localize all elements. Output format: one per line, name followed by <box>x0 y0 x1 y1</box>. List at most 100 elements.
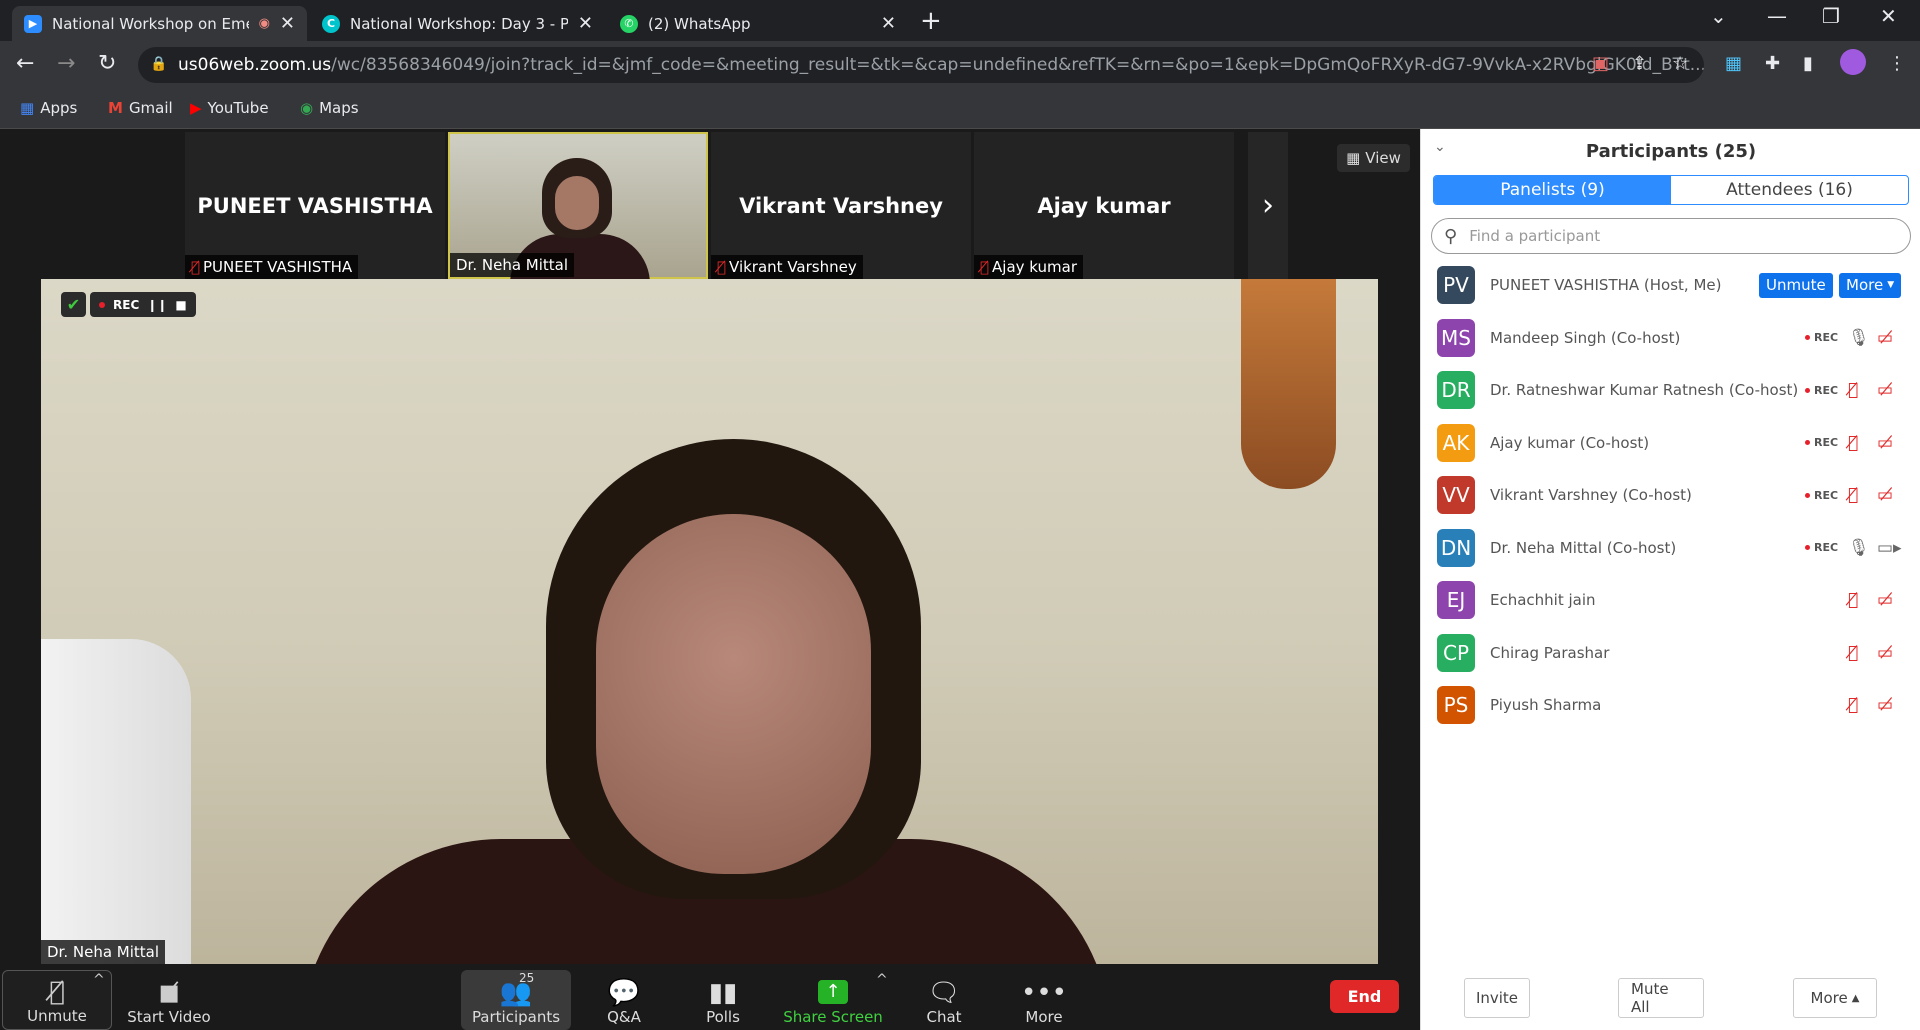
close-tab-icon[interactable]: ✕ <box>578 13 593 34</box>
bookmark-star-icon[interactable]: ☆ <box>1672 53 1688 74</box>
participant-row[interactable]: DN Dr. Neha Mittal (Co-host) REC 🎙 ▭▸ <box>1421 522 1920 575</box>
participant-row[interactable]: MS Mandeep Singh (Co-host) REC 🎙 ▭̸ <box>1421 312 1920 365</box>
camera-blocked-icon[interactable]: ▣ <box>1592 53 1609 74</box>
pause-recording-icon[interactable]: ❙❙ <box>147 298 167 312</box>
thumbnail-neha-video[interactable]: Dr. Neha Mittal <box>448 132 708 284</box>
thumbnail-ajay[interactable]: Ajay kumar 🎙̸ Ajay kumar <box>974 132 1234 279</box>
restore-button[interactable]: ❐ <box>1822 4 1840 28</box>
participant-row[interactable]: DR Dr. Ratneshwar Kumar Ratnesh (Co-host)… <box>1421 364 1920 417</box>
tab-whatsapp[interactable]: ✆ (2) WhatsApp ✕ <box>608 6 908 41</box>
participant-name: Mandeep Singh (Co-host) <box>1490 328 1681 347</box>
participant-row[interactable]: VV Vikrant Varshney (Co-host) REC 🎙̸ ▭̸ <box>1421 469 1920 522</box>
end-meeting-button[interactable]: End <box>1330 980 1399 1013</box>
mute-all-button[interactable]: Mute All <box>1618 978 1704 1018</box>
address-bar[interactable]: us06web.zoom.us/wc/83568346049/join?trac… <box>138 47 1704 83</box>
bookmark-apps[interactable]: ▦ Apps <box>20 99 77 117</box>
video-off-icon[interactable]: ▭̸ <box>1877 695 1893 715</box>
participant-row[interactable]: EJ Echachhit jain 🎙̸ ▭̸ <box>1421 574 1920 627</box>
video-off-icon[interactable]: ▭̸ <box>1877 433 1893 453</box>
video-off-icon[interactable]: ▭̸ <box>1877 328 1893 348</box>
rec-label: REC <box>1814 488 1839 502</box>
extensions-puzzle-icon[interactable]: ✚ <box>1765 53 1780 74</box>
thumbnail-puneet[interactable]: PUNEET VASHISTHA 🎙̸ PUNEET VASHISTHA <box>185 132 445 279</box>
tab-canva-presentation[interactable]: C National Workshop: Day 3 - Pres ✕ <box>310 6 605 41</box>
mic-muted-icon[interactable]: 🎙̸ <box>1848 433 1858 453</box>
mic-muted-icon[interactable]: 🎙̸ <box>1848 590 1858 610</box>
bookmark-label: YouTube <box>207 99 269 117</box>
close-window-button[interactable]: ✕ <box>1880 4 1897 28</box>
back-button[interactable]: ← <box>16 51 34 76</box>
share-screen-button[interactable]: ↑ Share Screen <box>778 970 888 1030</box>
tab-title: National Workshop: Day 3 - Pres <box>350 14 568 33</box>
participant-row[interactable]: CP Chirag Parashar 🎙̸ ▭̸ <box>1421 627 1920 680</box>
start-video-button[interactable]: ◼̸ Start Video <box>114 970 224 1030</box>
unmute-participant-button[interactable]: Unmute <box>1759 272 1833 298</box>
thumbnail-vikrant[interactable]: Vikrant Varshney 🎙̸ Vikrant Varshney <box>711 132 971 279</box>
forward-button[interactable]: → <box>57 51 75 76</box>
bookmark-youtube[interactable]: ▶ YouTube <box>190 99 269 117</box>
qa-icon: 💬 <box>607 978 641 1008</box>
bookmark-gmail[interactable]: M Gmail <box>108 99 173 117</box>
bookmark-maps[interactable]: ◉ Maps <box>300 99 359 117</box>
lock-icon[interactable]: 🔒 <box>150 56 167 72</box>
avatar: CP <box>1437 633 1475 672</box>
participant-more-button[interactable]: More ▼ <box>1839 272 1902 298</box>
panel-more-button[interactable]: More ▲ <box>1793 978 1877 1018</box>
thumbnail-name-tag: Dr. Neha Mittal <box>450 253 575 277</box>
mic-muted-icon[interactable]: 🎙̸ <box>1848 695 1858 715</box>
mic-muted-icon[interactable]: 🎙̸ <box>1848 485 1858 505</box>
invite-button[interactable]: Invite <box>1464 978 1530 1018</box>
mic-on-icon[interactable]: 🎙 <box>1848 538 1870 558</box>
tab-bar: ▶ National Workshop on Emerg ◉ ✕ C Natio… <box>0 0 1920 41</box>
reload-button[interactable]: ↻ <box>98 51 116 76</box>
search-icon: ⚲ <box>1444 225 1458 247</box>
meeting-status: ✔ REC ❙❙ ■ <box>61 292 196 317</box>
background-fan <box>41 639 191 964</box>
participant-row[interactable]: PV PUNEET VASHISTHA (Host, Me) Unmute More ▼ <box>1421 259 1920 312</box>
background-toy <box>1241 279 1336 489</box>
qa-button[interactable]: 💬 Q&A <box>569 970 679 1030</box>
chat-label: Chat <box>926 1008 962 1026</box>
tab-attendees[interactable]: Attendees (16) <box>1671 176 1908 204</box>
security-shield-icon[interactable]: ✔ <box>61 292 86 317</box>
video-off-icon[interactable]: ▭̸ <box>1877 380 1893 400</box>
polls-button[interactable]: ▮▮ Polls <box>668 970 778 1030</box>
new-tab-button[interactable]: + <box>920 6 942 36</box>
share-icon[interactable]: ⇪ <box>1632 53 1647 74</box>
participant-row[interactable]: AK Ajay kumar (Co-host) REC 🎙̸ ▭̸ <box>1421 417 1920 470</box>
participant-name: Piyush Sharma <box>1490 696 1602 715</box>
side-panel-icon[interactable]: ▮ <box>1803 53 1813 74</box>
thumbnail-label: Vikrant Varshney <box>729 258 857 276</box>
chat-button[interactable]: 🗨 Chat <box>889 970 999 1030</box>
thumbnail-big-name: Ajay kumar <box>1037 193 1171 218</box>
mic-muted-icon[interactable]: 🎙̸ <box>1848 643 1858 663</box>
video-off-icon[interactable]: ▭̸ <box>1877 485 1893 505</box>
tab-panelists[interactable]: Panelists (9) <box>1434 176 1671 204</box>
view-button[interactable]: ▦ View <box>1337 144 1410 172</box>
audio-options-caret-icon[interactable]: ^ <box>93 972 105 988</box>
profile-avatar[interactable] <box>1840 49 1866 75</box>
minimize-button[interactable]: — <box>1767 4 1787 28</box>
extension-off-icon[interactable]: ▦ <box>1725 53 1742 74</box>
tab-zoom-workshop[interactable]: ▶ National Workshop on Emerg ◉ ✕ <box>12 6 307 41</box>
more-button[interactable]: ••• More <box>989 970 1099 1030</box>
video-off-icon[interactable]: ▭̸ <box>1877 590 1893 610</box>
participant-search[interactable]: ⚲ Find a participant <box>1431 218 1911 254</box>
tab-search-icon[interactable]: ⌄ <box>1710 4 1727 28</box>
stop-recording-icon[interactable]: ■ <box>175 298 186 312</box>
video-on-icon[interactable]: ▭▸ <box>1877 538 1902 558</box>
url-host: us06web.zoom.us <box>178 55 332 75</box>
share-options-caret-icon[interactable]: ^ <box>876 972 888 988</box>
mic-on-icon[interactable]: 🎙 <box>1848 328 1870 348</box>
mic-muted-icon[interactable]: 🎙̸ <box>1848 380 1858 400</box>
browser-menu-icon[interactable]: ⋮ <box>1888 53 1906 74</box>
rec-label: REC <box>1814 541 1839 555</box>
close-tab-icon[interactable]: ✕ <box>881 13 896 34</box>
avatar: PV <box>1437 266 1475 305</box>
video-off-icon[interactable]: ▭̸ <box>1877 643 1893 663</box>
mic-muted-icon: 🎙̸ <box>191 258 201 276</box>
close-tab-icon[interactable]: ✕ <box>280 13 295 34</box>
next-thumbnails-arrow-icon[interactable]: › <box>1248 132 1288 279</box>
participants-button[interactable]: 👥 25 Participants <box>461 970 571 1030</box>
participant-row[interactable]: PS Piyush Sharma 🎙̸ ▭̸ <box>1421 679 1920 732</box>
